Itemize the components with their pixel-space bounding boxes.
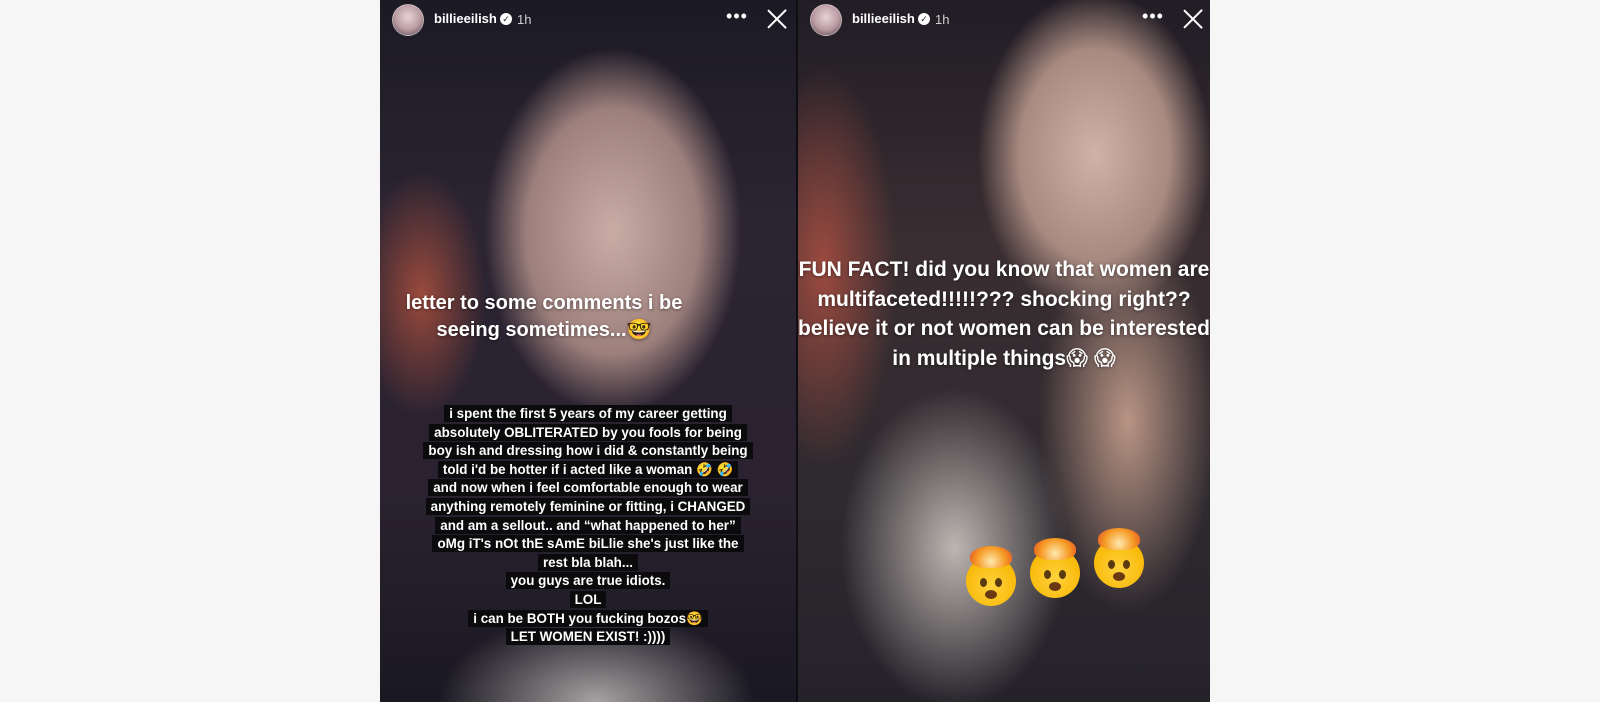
username[interactable]: billieeilish [852,11,915,26]
caption-line: you guys are true idiots. [505,572,671,590]
caption-line: told i'd be hotter if i acted like a wom… [437,460,739,478]
exploding-head-icon [1030,538,1080,598]
story-title-text: letter to some comments i be seeing some… [405,292,683,341]
verified-badge-icon: ✓ [500,13,512,25]
avatar[interactable] [810,4,842,36]
caption-line: and am a sellout.. and “what happened to… [435,516,741,534]
close-icon[interactable] [766,8,788,30]
caption-line: anything remotely feminine or fitting, i… [425,497,751,515]
caption-line: i can be BOTH you fucking bozos🤓 [468,609,708,627]
caption-line: LOL [569,590,607,608]
post-time: 1h [935,12,950,27]
story-header: billieeilish ✓ 1h ••• [798,0,1210,38]
story-panel-left[interactable]: billieeilish ✓ 1h ••• letter to some com… [380,0,796,702]
caption-line: and now when i feel comfortable enough t… [428,479,748,497]
caption-line: oMg iT's nOt thE sAmE biLlie she's just … [432,535,744,553]
verified-badge-icon: ✓ [918,13,930,25]
story-header: billieeilish ✓ 1h ••• [380,0,796,38]
story-title-text: FUN FACT! did you know that women are mu… [798,258,1210,370]
more-options-icon[interactable]: ••• [1141,5,1165,31]
exploding-head-icon [966,546,1016,606]
more-options-icon[interactable]: ••• [725,5,749,31]
caption-line: LET WOMEN EXIST! :)))) [505,628,671,646]
caption-line: boy ish and dressing how i did & constan… [423,442,753,460]
close-icon[interactable] [1182,8,1204,30]
caption-line: absolutely OBLITERATED by you fools for … [429,423,747,441]
avatar[interactable] [392,4,424,36]
caption-text-block: i spent the first 5 years of my career g… [402,405,774,647]
caption-line: rest bla blah... [537,553,639,571]
exploding-head-icon [1094,528,1144,588]
caption-line: i spent the first 5 years of my career g… [444,405,732,422]
post-time: 1h [517,12,532,27]
story-panel-right[interactable]: billieeilish ✓ 1h ••• FUN FACT! did you … [798,0,1210,702]
username[interactable]: billieeilish [434,11,497,26]
exploding-head-sticker [966,528,1166,608]
